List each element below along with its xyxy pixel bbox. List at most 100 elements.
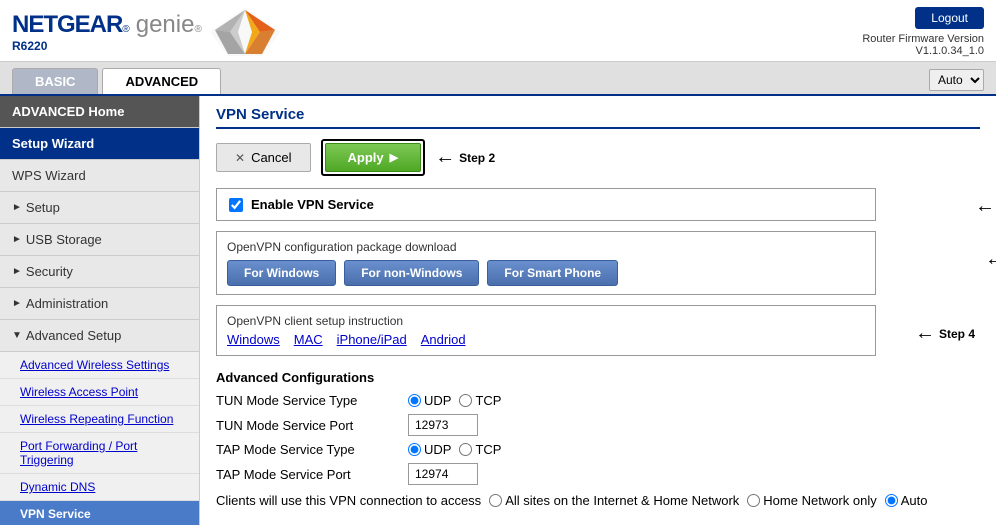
enable-vpn-row: Enable VPN Service ← Step 1 xyxy=(216,188,876,221)
chevron-right-icon-admin: ► xyxy=(12,298,22,309)
tap-port-row: TAP Mode Service Port xyxy=(216,463,980,485)
tun-port-row: TUN Mode Service Port xyxy=(216,414,980,436)
diamond-logo xyxy=(210,8,280,56)
tun-tcp-option[interactable]: TCP xyxy=(459,393,501,408)
nav-tabs: BASIC ADVANCED Auto xyxy=(0,62,996,96)
sidebar: ADVANCED Home Setup Wizard WPS Wizard ► … xyxy=(0,96,200,525)
tun-udp-option[interactable]: UDP xyxy=(408,393,451,408)
firmware-label: Router Firmware Version xyxy=(862,33,984,45)
model-number: R6220 xyxy=(12,39,202,53)
clients-all-option[interactable]: All sites on the Internet & Home Network xyxy=(489,493,739,508)
sidebar-item-setup-wizard[interactable]: Setup Wizard xyxy=(0,128,199,160)
step3-annotation: ← Step 3 xyxy=(985,248,996,271)
clients-auto-option[interactable]: Auto xyxy=(885,493,928,508)
for-smart-phone-button[interactable]: For Smart Phone xyxy=(487,260,618,286)
clients-home-option[interactable]: Home Network only xyxy=(747,493,876,508)
tun-port-input[interactable] xyxy=(408,414,478,436)
tun-udp-radio[interactable] xyxy=(408,394,421,407)
header-right: Logout Router Firmware Version V1.1.0.34… xyxy=(862,7,984,57)
clients-auto-label: Auto xyxy=(901,493,928,508)
client-link-ipad[interactable]: iPhone/iPad xyxy=(337,332,407,347)
tap-port-label: TAP Mode Service Port xyxy=(216,467,396,482)
client-link-mac[interactable]: MAC xyxy=(294,332,323,347)
sidebar-section-usb-storage[interactable]: ► USB Storage xyxy=(0,224,199,256)
netgear-text: NETGEAR xyxy=(12,11,122,39)
chevron-right-icon-security: ► xyxy=(12,266,22,277)
tap-port-input[interactable] xyxy=(408,463,478,485)
tun-type-radio-group: UDP TCP xyxy=(408,393,501,408)
chevron-right-icon-usb: ► xyxy=(12,234,22,245)
for-non-windows-button[interactable]: For non-Windows xyxy=(344,260,479,286)
for-windows-button[interactable]: For Windows xyxy=(227,260,336,286)
tap-type-radio-group: UDP TCP xyxy=(408,442,501,457)
sidebar-sub-advanced-wireless[interactable]: Advanced Wireless Settings xyxy=(0,352,199,379)
clients-all-radio[interactable] xyxy=(489,494,502,507)
enable-vpn-checkbox[interactable] xyxy=(229,198,243,212)
tap-tcp-radio[interactable] xyxy=(459,443,472,456)
sidebar-section-security[interactable]: ► Security xyxy=(0,256,199,288)
step2-annotation: ← Step 2 xyxy=(435,146,495,169)
sidebar-sub-vpn-service[interactable]: VPN Service xyxy=(0,501,199,525)
tap-udp-option[interactable]: UDP xyxy=(408,442,451,457)
tap-udp-radio[interactable] xyxy=(408,443,421,456)
sidebar-section-administration[interactable]: ► Administration xyxy=(0,288,199,320)
tun-type-row: TUN Mode Service Type UDP TCP xyxy=(216,393,980,408)
download-section: OpenVPN configuration package download F… xyxy=(216,231,876,295)
enable-vpn-label[interactable]: Enable VPN Service xyxy=(251,197,374,212)
clients-home-label: Home Network only xyxy=(763,493,876,508)
clients-access-row: Clients will use this VPN connection to … xyxy=(216,493,980,508)
firmware-version: V1.1.0.34_1.0 xyxy=(862,45,984,57)
header: NETGEAR® genie® R6220 Logout Router Firm… xyxy=(0,0,996,62)
auto-select[interactable]: Auto xyxy=(929,69,984,91)
clients-label: Clients will use this VPN connection to … xyxy=(216,493,481,508)
adv-config-title: Advanced Configurations xyxy=(216,370,980,385)
tun-tcp-radio[interactable] xyxy=(459,394,472,407)
cancel-label: Cancel xyxy=(251,150,291,165)
genie-reg: ® xyxy=(194,24,201,35)
sidebar-item-wps-wizard[interactable]: WPS Wizard xyxy=(0,160,199,192)
sidebar-sub-dynamic-dns[interactable]: Dynamic DNS xyxy=(0,474,199,501)
main-layout: ADVANCED Home Setup Wizard WPS Wizard ► … xyxy=(0,96,996,525)
tab-basic[interactable]: BASIC xyxy=(12,68,98,94)
auto-select-wrapper: Auto xyxy=(929,69,984,91)
sidebar-sub-port-forwarding[interactable]: Port Forwarding / Port Triggering xyxy=(0,433,199,474)
logout-button[interactable]: Logout xyxy=(915,7,984,29)
sidebar-section-setup[interactable]: ► Setup xyxy=(0,192,199,224)
page-title: VPN Service xyxy=(216,106,980,129)
tab-advanced[interactable]: ADVANCED xyxy=(102,68,221,94)
clients-all-label: All sites on the Internet & Home Network xyxy=(505,493,739,508)
step3-arrow-icon: ← xyxy=(985,248,996,271)
cancel-x-icon: ✕ xyxy=(235,151,245,165)
toolbar-row: ✕ Cancel Apply ▶ ← Step 2 xyxy=(216,139,980,176)
step4-label: Step 4 xyxy=(939,327,975,341)
apply-arrow-icon: ▶ xyxy=(390,151,398,164)
step4-annotation: ← Step 4 xyxy=(915,322,975,345)
sidebar-sub-wireless-repeating[interactable]: Wireless Repeating Function xyxy=(0,406,199,433)
step4-arrow-icon: ← xyxy=(915,322,935,345)
apply-button[interactable]: Apply ▶ xyxy=(325,143,422,172)
client-setup-section: OpenVPN client setup instruction Windows… xyxy=(216,305,876,356)
clients-auto-radio[interactable] xyxy=(885,494,898,507)
tap-tcp-option[interactable]: TCP xyxy=(459,442,501,457)
tap-type-label: TAP Mode Service Type xyxy=(216,442,396,457)
chevron-down-icon-adv: ▼ xyxy=(12,330,22,341)
cancel-button[interactable]: ✕ Cancel xyxy=(216,143,311,172)
sidebar-sub-wireless-ap[interactable]: Wireless Access Point xyxy=(0,379,199,406)
client-link-android[interactable]: Andriod xyxy=(421,332,466,347)
sidebar-item-advanced-home[interactable]: ADVANCED Home xyxy=(0,96,199,128)
netgear-reg: ® xyxy=(122,24,129,35)
step2-label: Step 2 xyxy=(459,151,495,165)
content-area: VPN Service ✕ Cancel Apply ▶ ← Step 2 En… xyxy=(200,96,996,525)
client-link-windows[interactable]: Windows xyxy=(227,332,280,347)
tun-port-label: TUN Mode Service Port xyxy=(216,418,396,433)
apply-button-wrapper: Apply ▶ xyxy=(321,139,426,176)
apply-label: Apply xyxy=(348,150,384,165)
tun-type-label: TUN Mode Service Type xyxy=(216,393,396,408)
client-links-row: Windows MAC iPhone/iPad Andriod xyxy=(227,332,865,347)
step2-arrow-icon: ← xyxy=(435,146,455,169)
client-setup-title: OpenVPN client setup instruction xyxy=(227,314,865,328)
step1-annotation: ← Step 1 xyxy=(975,195,996,218)
sidebar-section-advanced-setup[interactable]: ▼ Advanced Setup xyxy=(0,320,199,352)
clients-home-radio[interactable] xyxy=(747,494,760,507)
download-buttons: For Windows For non-Windows For Smart Ph… xyxy=(227,260,865,286)
